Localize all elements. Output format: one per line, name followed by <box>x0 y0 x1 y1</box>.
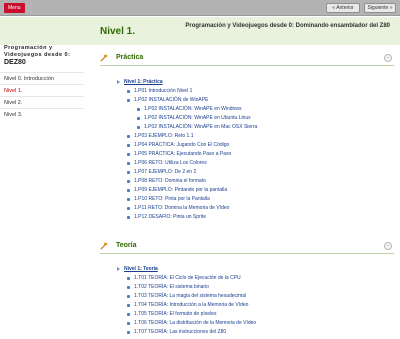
tree-item-link[interactable]: 1.T05 TEORÍA: El formato de píxeles <box>134 311 216 317</box>
section-header-teoria: Teoría − <box>94 241 396 253</box>
sidebar-title-line: Videojuegos desde 0: <box>4 52 71 58</box>
bullet-icon <box>127 285 130 289</box>
minus-circle-icon[interactable]: − <box>384 242 392 250</box>
sidebar-title-line: DEZ80 <box>4 59 26 66</box>
tree-item-link[interactable]: 1.P05 PRÁCTICA: Ejecutando Paso a Paso <box>134 151 231 157</box>
tree-item-link[interactable]: 1.P03 EJEMPLO: Reto 1.1 <box>134 133 193 139</box>
tree-item-link[interactable]: 1.P01 Introducción Nivel 1 <box>134 88 192 94</box>
section-title-teoria: Teoría <box>116 242 137 249</box>
top-navigation-bar: Menu « Anterior Siguiente » <box>0 0 400 16</box>
sidebar-title-line: Programación y <box>4 45 53 51</box>
bullet-icon <box>127 188 130 192</box>
tree-item-link[interactable]: 1.P04 PRÁCTICA: Jugando Con El Código <box>134 142 229 148</box>
previous-button[interactable]: « Anterior <box>326 3 360 13</box>
bullet-icon <box>127 206 130 210</box>
bullet-icon <box>127 98 130 102</box>
bullet-icon <box>127 89 130 93</box>
wrench-hammer-icon <box>100 242 108 250</box>
tree-item-link[interactable]: 1.T02 TEORÍA: El sistema binario <box>134 284 209 290</box>
tree-item-link[interactable]: 1.T07 TEORÍA: Las instrucciones del Z80 <box>134 329 226 335</box>
bullet-icon <box>127 276 130 280</box>
sidebar-item-nivel-3[interactable]: Nivel 3. <box>0 108 84 120</box>
tree-item-link[interactable]: 1.T03 TEORÍA: La magia del sistema hexad… <box>134 293 246 299</box>
course-header: Programación y Videojuegos desde 0: Domi… <box>0 17 400 45</box>
tree-item-link[interactable]: 1.T06 TEORÍA: La distribución de la Memo… <box>134 320 256 326</box>
tree-item-link[interactable]: 1.T04 TEORÍA: Introducción a la Memoria … <box>134 302 248 308</box>
tree-item-link[interactable]: 1.P02 INSTALACIÓN: WinAPE en Ubuntu Linu… <box>144 115 251 121</box>
bullet-icon <box>127 330 130 334</box>
wrench-hammer-icon <box>100 54 108 62</box>
sidebar-item-nivel-2[interactable]: Nivel 2. <box>0 96 84 108</box>
tree-root-link[interactable]: Nivel 1: Práctica <box>124 79 163 85</box>
bullet-icon <box>127 161 130 165</box>
sidebar-item-nivel-1[interactable]: Nivel 1. <box>0 84 84 96</box>
bullet-icon <box>127 143 130 147</box>
section-header-practica: Práctica − <box>94 53 396 65</box>
tree-item-link[interactable]: 1.P07 EJEMPLO: De 2 en 2 <box>134 169 196 175</box>
bullet-icon <box>127 303 130 307</box>
tree-root-link[interactable]: Nivel 1: Teoría <box>124 266 158 272</box>
tree-item-link[interactable]: 1.P10 RETO: Pinta por la Pantalla <box>134 196 210 202</box>
tree-item-link[interactable]: 1.P11 RETO: Domina la Memoria de Vídeo <box>134 205 229 211</box>
tree-expand-icon[interactable] <box>117 80 120 84</box>
bullet-icon <box>127 312 130 316</box>
tree-item-link[interactable]: 1.P06 RETO: Utiliza Los Colores <box>134 160 207 166</box>
course-title: Programación y Videojuegos desde 0: Domi… <box>185 23 390 29</box>
page-title: Nivel 1. <box>100 26 136 37</box>
bullet-icon <box>137 107 140 111</box>
bullet-icon <box>127 197 130 201</box>
section-divider <box>100 253 394 254</box>
tree-item-link[interactable]: 1.P12 DESAFÍO: Pinta un Sprite <box>134 214 206 220</box>
sidebar-item-nivel-0[interactable]: Nivel 0. Introducción <box>0 72 84 84</box>
tree-item-link[interactable]: 1.P02 INSTALACIÓN: WinAPE en Windows <box>144 106 241 112</box>
bullet-icon <box>127 294 130 298</box>
bullet-icon <box>127 215 130 219</box>
sidebar: Programación y Videojuegos desde 0: DEZ8… <box>0 45 92 339</box>
bullet-icon <box>127 170 130 174</box>
tree-expand-icon[interactable] <box>117 267 120 271</box>
bullet-icon <box>137 116 140 120</box>
bullet-icon <box>137 125 140 129</box>
bullet-icon <box>127 152 130 156</box>
minus-circle-icon[interactable]: − <box>384 54 392 62</box>
bullet-icon <box>127 321 130 325</box>
next-button[interactable]: Siguiente » <box>364 3 396 13</box>
tree-item-link[interactable]: 1.T01 TEORÍA: El Ciclo de Ejecución de l… <box>134 275 241 281</box>
bullet-icon <box>127 134 130 138</box>
tree-item-link[interactable]: 1.P02 INSTALACIÓN de WinAPE <box>134 97 208 103</box>
tree-item-link[interactable]: 1.P08 RETO: Domina el formato <box>134 178 206 184</box>
tree-item-link[interactable]: 1.P09 EJEMPLO: Pintando por la pantalla <box>134 187 227 193</box>
tree-item-link[interactable]: 1.P02 INSTALACIÓN: WinAPE en Mac OSX Sie… <box>144 124 257 130</box>
section-divider <box>100 65 394 66</box>
section-title-practica: Práctica <box>116 54 144 61</box>
main-content: Práctica − Nivel 1: Práctica 1.P01 Introd… <box>94 45 400 339</box>
menu-button[interactable]: Menu <box>4 3 25 13</box>
sidebar-title[interactable]: Programación y Videojuegos desde 0: DEZ8… <box>4 45 88 66</box>
bullet-icon <box>127 179 130 183</box>
